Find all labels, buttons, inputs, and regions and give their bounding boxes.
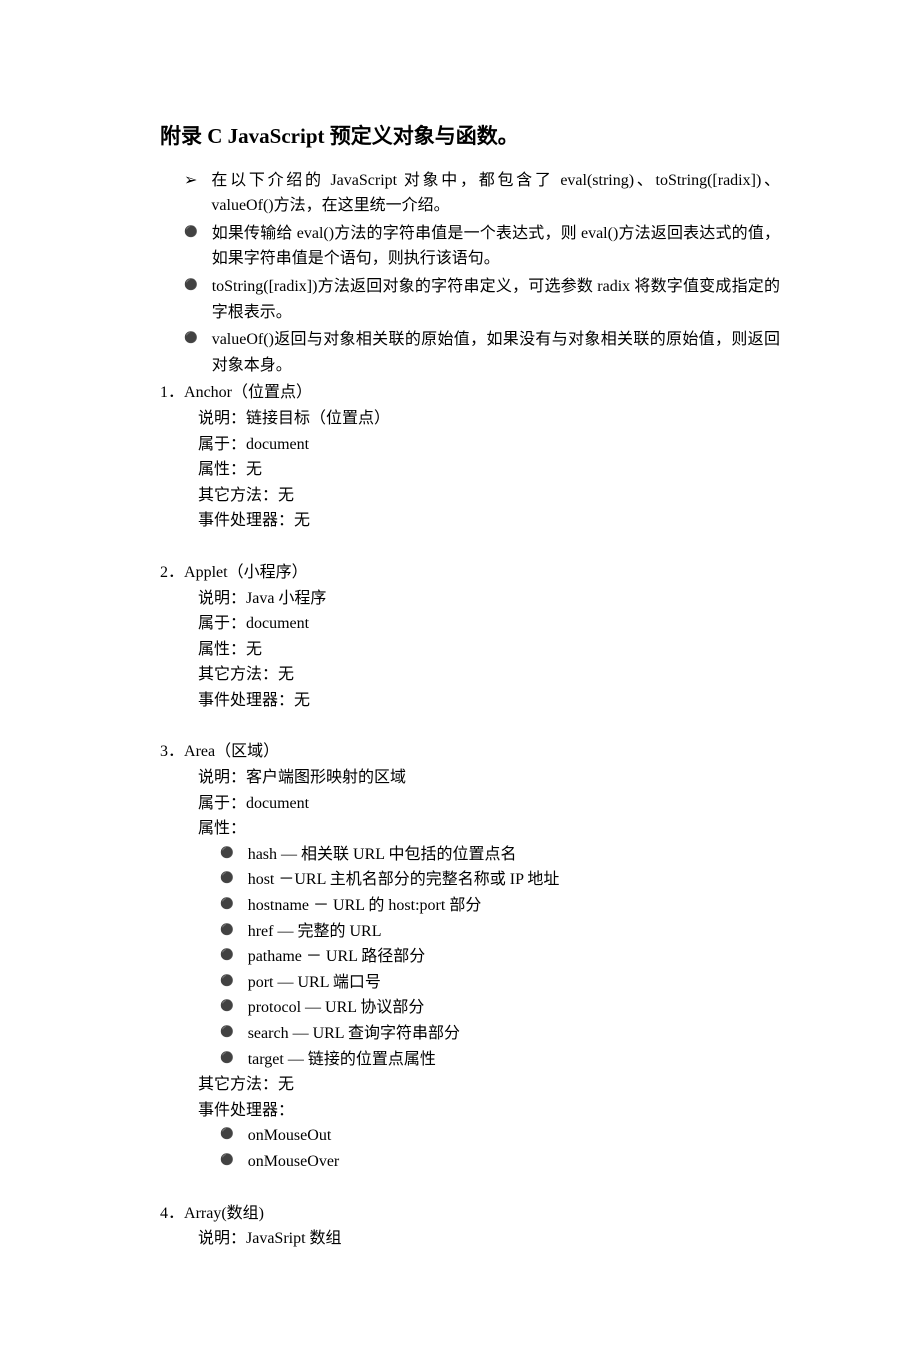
entry-line: 说明：Java 小程序: [160, 586, 780, 612]
list-item: port — URL 端口号: [198, 970, 780, 996]
list-text: target — 链接的位置点属性: [248, 1047, 436, 1073]
list-text: port — URL 端口号: [248, 970, 381, 996]
entry-line: 事件处理器：: [160, 1098, 780, 1124]
list-text: hostname － URL 的 host:port 部分: [248, 893, 482, 919]
entry-line: 属于：document: [160, 791, 780, 817]
entry-line: 其它方法：无: [160, 1072, 780, 1098]
entry-line: 其它方法：无: [160, 662, 780, 688]
list-text: hash — 相关联 URL 中包括的位置点名: [248, 842, 517, 868]
entry-name: Anchor（位置点）: [184, 384, 312, 401]
entry-line: 属性：: [160, 816, 780, 842]
intro-text: toString([radix])方法返回对象的字符串定义，可选参数 radix…: [212, 274, 780, 325]
list-text: pathame － URL 路径部分: [248, 944, 426, 970]
intro-section: 在以下介绍的 JavaScript 对象中，都包含了 eval(string)、…: [160, 168, 780, 379]
list-item: hostname － URL 的 host:port 部分: [198, 893, 780, 919]
entry-name: Array(数组): [184, 1205, 264, 1222]
entry-header: 1．Anchor（位置点）: [160, 380, 780, 406]
intro-item: valueOf()返回与对象相关联的原始值，如果没有与对象相关联的原始值，则返回…: [160, 327, 780, 378]
entry-line: 说明：链接目标（位置点）: [160, 406, 780, 432]
entry-line: 其它方法：无: [160, 483, 780, 509]
entry-number: 2．: [160, 564, 184, 581]
list-text: href — 完整的 URL: [248, 919, 382, 945]
list-item: href — 完整的 URL: [198, 919, 780, 945]
list-item: search — URL 查询字符串部分: [198, 1021, 780, 1047]
entry-header: 2．Applet（小程序）: [160, 560, 780, 586]
entry-name: Area（区域）: [184, 743, 279, 760]
list-item: hash — 相关联 URL 中包括的位置点名: [198, 842, 780, 868]
entry-area: 3．Area（区域） 说明：客户端图形映射的区域 属于：document 属性：…: [160, 739, 780, 1174]
list-text: search — URL 查询字符串部分: [248, 1021, 460, 1047]
list-item: host －URL 主机名部分的完整名称或 IP 地址: [198, 867, 780, 893]
entry-line: 事件处理器：无: [160, 508, 780, 534]
list-text: onMouseOut: [248, 1123, 332, 1149]
intro-item: 在以下介绍的 JavaScript 对象中，都包含了 eval(string)、…: [160, 168, 780, 219]
list-item: target — 链接的位置点属性: [198, 1047, 780, 1073]
intro-item: 如果传输给 eval()方法的字符串值是一个表达式，则 eval()方法返回表达…: [160, 221, 780, 272]
intro-text: valueOf()返回与对象相关联的原始值，如果没有与对象相关联的原始值，则返回…: [212, 327, 780, 378]
entry-line: 属于：document: [160, 432, 780, 458]
entry-anchor: 1．Anchor（位置点） 说明：链接目标（位置点） 属于：document 属…: [160, 380, 780, 534]
entry-number: 3．: [160, 743, 184, 760]
entry-line: 事件处理器：无: [160, 688, 780, 714]
entry-name: Applet（小程序）: [184, 564, 308, 581]
list-item: protocol — URL 协议部分: [198, 995, 780, 1021]
area-properties-list: hash — 相关联 URL 中包括的位置点名 host －URL 主机名部分的…: [160, 842, 780, 1072]
entry-header: 3．Area（区域）: [160, 739, 780, 765]
entry-line: 属性：无: [160, 637, 780, 663]
entry-line: 属于：document: [160, 611, 780, 637]
entry-line: 说明：客户端图形映射的区域: [160, 765, 780, 791]
list-item: onMouseOut: [198, 1123, 780, 1149]
list-text: onMouseOver: [248, 1149, 340, 1175]
document-title: 附录 C JavaScript 预定义对象与函数。: [160, 120, 780, 154]
entry-applet: 2．Applet（小程序） 说明：Java 小程序 属于：document 属性…: [160, 560, 780, 714]
list-item: pathame － URL 路径部分: [198, 944, 780, 970]
list-text: host －URL 主机名部分的完整名称或 IP 地址: [248, 867, 560, 893]
entry-array: 4．Array(数组) 说明：JavaSript 数组: [160, 1201, 780, 1252]
entry-line: 说明：JavaSript 数组: [160, 1226, 780, 1252]
entry-number: 4．: [160, 1205, 184, 1222]
intro-text: 如果传输给 eval()方法的字符串值是一个表达式，则 eval()方法返回表达…: [212, 221, 780, 272]
intro-text: 在以下介绍的 JavaScript 对象中，都包含了 eval(string)、…: [211, 168, 780, 219]
entry-line: 属性：无: [160, 457, 780, 483]
list-text: protocol — URL 协议部分: [248, 995, 425, 1021]
intro-item: toString([radix])方法返回对象的字符串定义，可选参数 radix…: [160, 274, 780, 325]
list-item: onMouseOver: [198, 1149, 780, 1175]
entry-number: 1．: [160, 384, 184, 401]
entry-header: 4．Array(数组): [160, 1201, 780, 1227]
area-events-list: onMouseOut onMouseOver: [160, 1123, 780, 1174]
